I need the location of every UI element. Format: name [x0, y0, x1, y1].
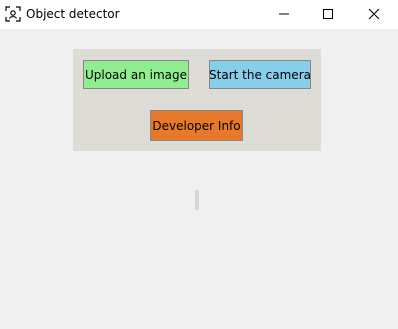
close-icon — [368, 8, 380, 20]
close-button[interactable] — [351, 0, 397, 29]
maximize-button[interactable] — [305, 0, 351, 29]
start-camera-button[interactable]: Start the camera — [209, 60, 311, 89]
image-display-area — [195, 190, 199, 210]
object-detector-icon — [5, 6, 21, 22]
minimize-button[interactable] — [261, 0, 307, 29]
window-title: Object detector — [26, 7, 120, 21]
upload-image-button[interactable]: Upload an image — [83, 60, 189, 89]
minimize-icon — [279, 13, 289, 15]
title-bar: Object detector — [0, 0, 398, 29]
button-panel: Upload an image Start the camera Develop… — [73, 49, 321, 151]
maximize-icon — [323, 9, 333, 19]
developer-info-button[interactable]: Developer Info — [150, 110, 243, 141]
